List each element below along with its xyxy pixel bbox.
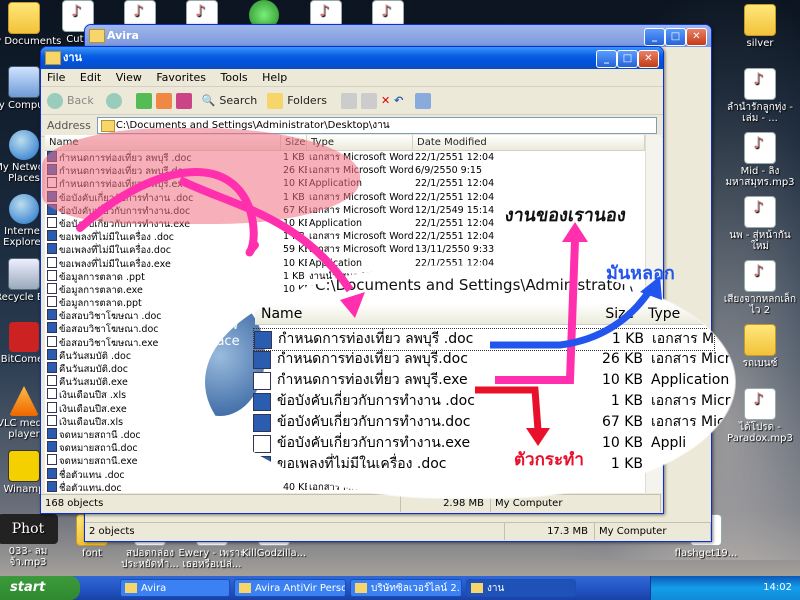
pink-arrowhead [340, 292, 365, 318]
annotation-note-2: มันหลอก [606, 263, 675, 284]
red-arrowhead [526, 428, 550, 446]
taskbar-item-antivir[interactable]: Avira AntiVir Perso... [234, 579, 346, 597]
start-button[interactable]: start [0, 576, 80, 600]
annotation-note-1: งานของเรานอง [503, 205, 628, 226]
tray-clock[interactable]: 14:02 [763, 582, 792, 593]
taskbar-item-work[interactable]: งาน [466, 579, 576, 597]
annotation-layer [76, 168, 662, 446]
pink-arrow-line [178, 176, 354, 293]
pink-arrow-curve [76, 168, 259, 257]
taskbar: start Avira Avira AntiVir Perso... บริษั… [0, 576, 800, 600]
taskbar-item-silverline[interactable]: บริษัทซิลเวอร์ไลน์ 2... [350, 579, 462, 597]
taskbar-item-avira[interactable]: Avira [120, 579, 230, 597]
red-arrow [475, 386, 542, 431]
annotation-note-3: ตัวกระทำ [514, 450, 584, 470]
system-tray: 14:02 [650, 576, 800, 600]
pink-arrow-up [495, 239, 579, 384]
